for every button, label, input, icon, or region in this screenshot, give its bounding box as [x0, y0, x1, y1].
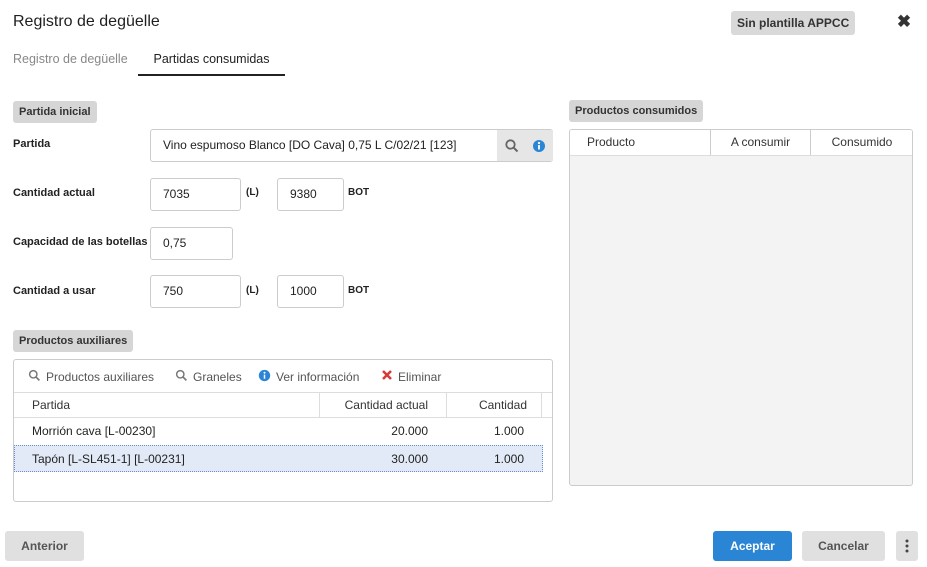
more-options-icon[interactable] — [896, 531, 918, 561]
column-a-consumir[interactable]: A consumir — [711, 130, 811, 155]
column-cantidad[interactable]: Cantidad — [446, 393, 542, 417]
cantidad-actual-bot-input[interactable]: 9380 — [277, 178, 344, 211]
aux-table-header: Partida Cantidad actual Cantidad — [14, 392, 552, 418]
consumidos-panel: Producto A consumir Consumido — [569, 129, 913, 486]
row-cantidad: 1.000 — [493, 452, 524, 466]
info-icon — [258, 369, 271, 385]
row-cantidad-actual: 30.000 — [391, 452, 428, 466]
aceptar-button[interactable]: Aceptar — [713, 531, 792, 561]
cancelar-button[interactable]: Cancelar — [802, 531, 885, 561]
column-producto[interactable]: Producto — [570, 130, 711, 155]
close-icon[interactable]: ✖ — [893, 11, 915, 33]
row-cantidad: 1.000 — [493, 424, 524, 438]
tab-registro-deguelle[interactable]: Registro de degüelle — [0, 52, 144, 76]
cantidad-usar-litros-input[interactable]: 750 — [150, 275, 241, 308]
search-icon[interactable] — [504, 138, 520, 154]
eliminar-button[interactable]: Eliminar — [381, 369, 441, 384]
table-row[interactable]: Tapón [L-SL451-1] [L-00231] 30.000 1.000 — [14, 445, 543, 472]
graneles-label: Graneles — [193, 370, 242, 384]
partida-label: Partida — [13, 138, 51, 150]
template-badge[interactable]: Sin plantilla APPCC — [731, 11, 856, 35]
table-row[interactable]: Morrión cava [L-00230] 20.000 1.000 — [14, 418, 543, 445]
cantidad-actual-litros-input[interactable]: 7035 — [150, 178, 241, 211]
column-cantidad-actual[interactable]: Cantidad actual — [319, 393, 446, 417]
search-icon — [28, 369, 41, 385]
eliminar-label: Eliminar — [398, 369, 442, 384]
cantidad-actual-bot-unit: BOT — [348, 187, 370, 198]
row-cantidad-actual: 20.000 — [391, 424, 428, 438]
delete-icon — [381, 369, 393, 384]
dialog-title: Registro de degüelle — [13, 13, 160, 30]
anterior-button[interactable]: Anterior — [5, 531, 84, 561]
capacidad-label: Capacidad de las botellas — [13, 236, 148, 248]
cantidad-usar-bot-unit: BOT — [348, 285, 370, 296]
aux-panel: Productos auxiliares Graneles Ver inform… — [13, 359, 553, 502]
row-partida: Tapón [L-SL451-1] [L-00231] — [32, 452, 185, 466]
cantidad-actual-label: Cantidad actual — [13, 187, 95, 199]
info-icon[interactable] — [531, 138, 547, 154]
partida-value: Vino espumoso Blanco [DO Cava] 0,75 L C/… — [163, 138, 457, 152]
section-partida-inicial: Partida inicial — [13, 101, 97, 123]
ver-informacion-button[interactable]: Ver información — [258, 369, 359, 385]
partida-field[interactable]: Vino espumoso Blanco [DO Cava] 0,75 L C/… — [150, 129, 553, 162]
consumidos-table-header: Producto A consumir Consumido — [570, 130, 912, 156]
graneles-button[interactable]: Graneles — [175, 369, 242, 385]
capacidad-input[interactable]: 0,75 — [150, 227, 233, 260]
productos-auxiliares-label: Productos auxiliares — [46, 370, 155, 384]
tab-partidas-consumidas[interactable]: Partidas consumidas — [138, 52, 285, 76]
cantidad-usar-label: Cantidad a usar — [13, 285, 96, 297]
cantidad-usar-bot-input[interactable]: 1000 — [277, 275, 344, 308]
cantidad-usar-litros-unit: (L) — [246, 285, 259, 296]
aux-toolbar: Productos auxiliares Graneles Ver inform… — [14, 360, 552, 392]
ver-informacion-label: Ver información — [276, 370, 360, 384]
column-consumido[interactable]: Consumido — [811, 130, 912, 155]
search-icon — [175, 369, 188, 385]
row-partida: Morrión cava [L-00230] — [32, 424, 156, 438]
productos-auxiliares-button[interactable]: Productos auxiliares — [28, 369, 154, 385]
cantidad-actual-litros-unit: (L) — [246, 187, 259, 198]
section-productos-consumidos: Productos consumidos — [569, 100, 704, 122]
partida-actions — [497, 130, 553, 161]
section-productos-auxiliares: Productos auxiliares — [13, 330, 134, 352]
column-partida[interactable]: Partida — [32, 393, 318, 417]
